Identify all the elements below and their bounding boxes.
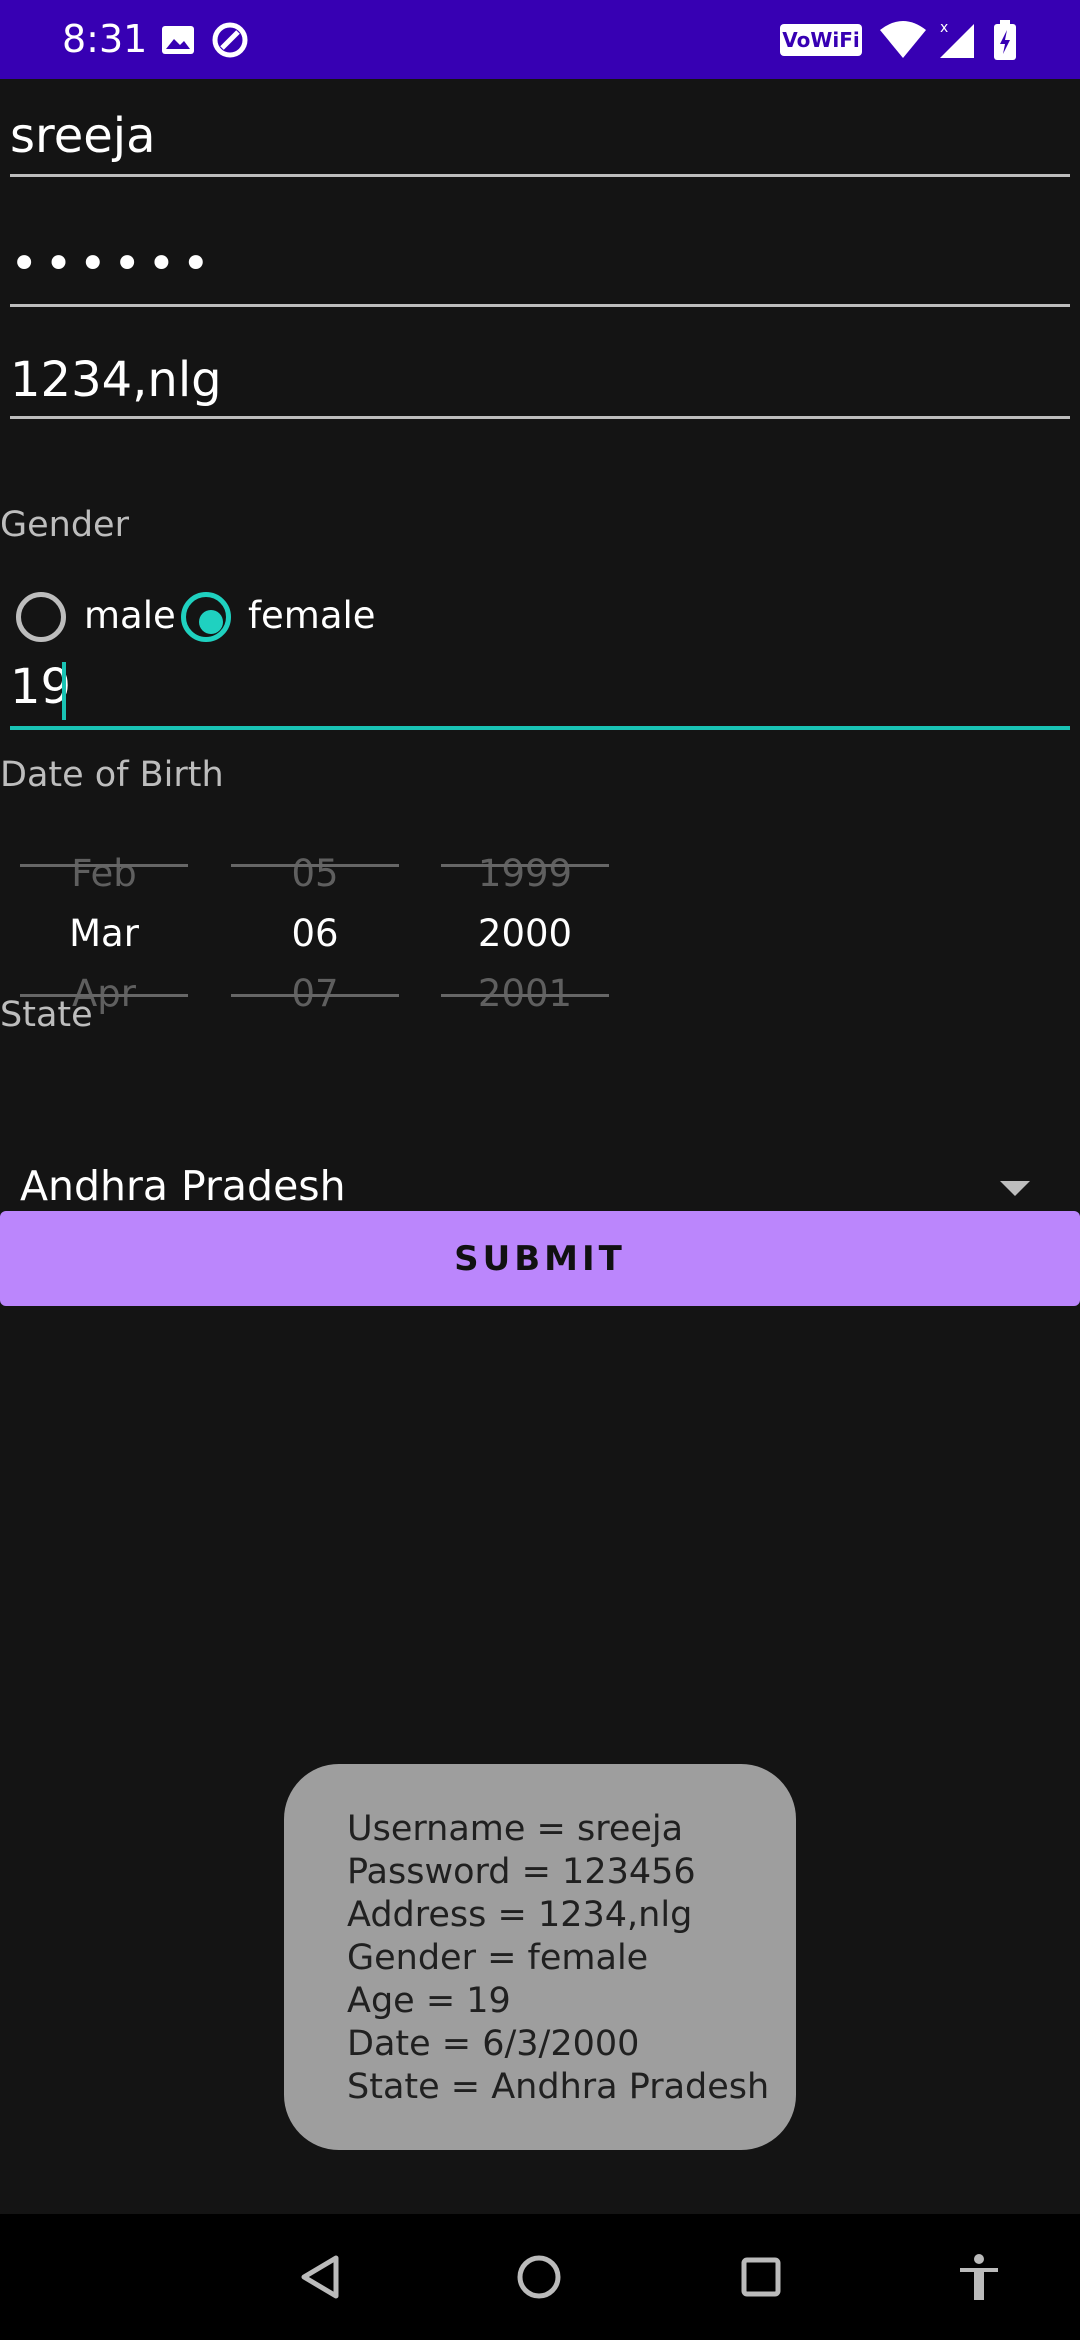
- password-field[interactable]: ••••••: [10, 236, 216, 292]
- address-field[interactable]: 1234,nlg: [10, 352, 222, 408]
- toast-line: Gender = female: [347, 1938, 649, 1978]
- address-underline: [10, 416, 1070, 419]
- svg-text:x: x: [940, 20, 948, 36]
- home-icon[interactable]: [516, 2254, 562, 2300]
- username-underline: [10, 174, 1070, 177]
- toast-line: Age = 19: [347, 1981, 511, 2021]
- toast-line: Username = sreeja: [347, 1809, 684, 1849]
- picker-divider: [441, 994, 609, 997]
- status-time: 8:31: [62, 17, 148, 61]
- text-caret: [62, 662, 66, 720]
- accessibility-icon[interactable]: [956, 2252, 1002, 2302]
- age-underline: [10, 726, 1070, 730]
- radio-female-label[interactable]: female: [248, 594, 376, 637]
- radio-female-dot: [199, 610, 223, 634]
- picker-divider: [231, 994, 399, 997]
- dob-label: Date of Birth: [0, 755, 224, 795]
- battery-icon: [990, 18, 1020, 60]
- submit-button[interactable]: SUBMIT: [0, 1211, 1080, 1306]
- toast-lines: Username = sreeja Password = 123456 Addr…: [347, 1808, 769, 2109]
- picker-divider: [441, 864, 609, 867]
- gender-label: Gender: [0, 505, 129, 545]
- wifi-icon: [878, 18, 928, 58]
- radio-female[interactable]: [181, 592, 231, 642]
- radio-male[interactable]: [16, 592, 66, 642]
- month-selected[interactable]: Mar: [20, 912, 188, 955]
- radio-male-label[interactable]: male: [84, 594, 176, 637]
- username-field[interactable]: sreeja: [10, 108, 156, 164]
- day-prev[interactable]: 05: [231, 852, 399, 895]
- toast-line: Password = 123456: [347, 1852, 696, 1892]
- toast-line: State = Andhra Pradesh: [347, 2067, 770, 2107]
- back-icon[interactable]: [298, 2254, 344, 2300]
- state-spinner[interactable]: Andhra Pradesh: [20, 1162, 346, 1210]
- toast-line: Address = 1234,nlg: [347, 1895, 693, 1935]
- signal-icon: x: [934, 18, 980, 58]
- picker-divider: [20, 864, 188, 867]
- year-selected[interactable]: 2000: [441, 912, 609, 955]
- year-prev[interactable]: 1999: [441, 852, 609, 895]
- day-selected[interactable]: 06: [231, 912, 399, 955]
- image-icon: [158, 20, 198, 60]
- state-label: State: [0, 995, 93, 1035]
- month-prev[interactable]: Feb: [20, 852, 188, 895]
- recents-icon[interactable]: [740, 2256, 782, 2298]
- vowifi-badge: VoWiFi: [780, 24, 862, 56]
- sync-icon: [210, 20, 250, 60]
- dropdown-arrow-icon[interactable]: [1000, 1181, 1030, 1196]
- toast-line: Date = 6/3/2000: [347, 2024, 640, 2064]
- picker-divider: [231, 864, 399, 867]
- result-toast: Username = sreeja Password = 123456 Addr…: [284, 1764, 796, 2150]
- password-underline: [10, 304, 1070, 307]
